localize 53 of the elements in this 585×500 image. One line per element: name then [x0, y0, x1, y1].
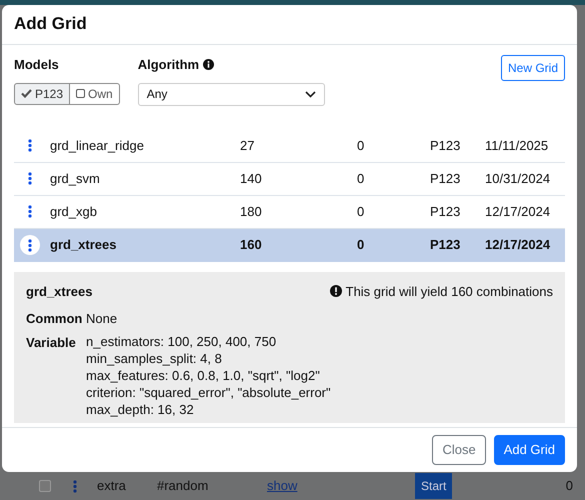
grid-row[interactable]: grd_xtrees 160 0 P123 12/17/2024 — [14, 228, 565, 262]
algorithm-label: Algorithm — [138, 56, 200, 74]
owner-cell-text: P123 — [430, 136, 462, 155]
exclamation-icon — [330, 285, 342, 298]
count-cell-text: 0 — [566, 477, 573, 496]
chevron-down-icon — [304, 90, 316, 98]
parameter-line: criterion: "squared_error", "absolute_error" — [86, 384, 331, 400]
owner-cell-text: P123 — [430, 202, 462, 221]
owner-cell-text: P123 — [430, 236, 462, 254]
row-checkbox[interactable] — [39, 480, 51, 492]
parameter-line: max_features: 0.6, 0.8, 1.0, "sqrt", "log2" — [86, 366, 321, 384]
owner-cell-text: P123 — [430, 170, 462, 188]
tag-text: #random — [157, 477, 210, 496]
combinations-cell-text: 27 — [240, 136, 256, 155]
start-button[interactable]: Start — [415, 473, 452, 499]
grid-row[interactable]: grd_svm 140 0 P123 10/31/2024 — [14, 162, 565, 196]
date-cell-text: 12/17/2024 — [485, 202, 550, 221]
info-icon[interactable] — [203, 59, 214, 70]
table-cell-text: 0 — [357, 202, 366, 221]
grid-name-cell-text: grd_linear_ridge — [50, 136, 145, 155]
table-cell-text: 0 — [357, 236, 366, 254]
model-filter-button[interactable]: P123 — [14, 82, 70, 104]
model-filter-button[interactable]: Own — [70, 82, 120, 104]
add-grid-button[interactable]: Add Grid — [494, 435, 565, 465]
checkbox-icon — [76, 89, 86, 98]
parameter-line: min_samples_split: 4, 8 — [86, 350, 223, 366]
close-button[interactable]: Close — [432, 435, 486, 465]
models-label: Models — [14, 56, 60, 74]
date-cell-text: 12/17/2024 — [485, 236, 550, 254]
date-cell-text: 11/11/2025 — [485, 136, 548, 155]
grid-name-cell-text: grd_xtrees — [50, 236, 118, 254]
new-grid-button[interactable]: New Grid — [500, 55, 565, 81]
algorithm-select[interactable]: Any — [138, 82, 325, 106]
table-cell-text: 0 — [357, 136, 366, 155]
parameter-line: max_depth: 16, 32 — [86, 400, 195, 418]
date-cell-text: 10/31/2024 — [485, 170, 550, 188]
variable-label: Variable — [26, 334, 77, 352]
row-name: extra — [97, 477, 127, 496]
combinations-cell-text: 180 — [240, 202, 263, 221]
combinations-cell-text: 160 — [240, 236, 263, 254]
check-icon — [21, 89, 32, 98]
common-value: None — [86, 310, 118, 328]
parameter-line: n_estimators: 100, 250, 400, 750 — [86, 332, 278, 350]
grid-name-cell-text: grd_xgb — [50, 202, 98, 221]
table-cell-text: 0 — [357, 170, 366, 188]
grid-name-cell-text: grd_svm — [50, 170, 101, 188]
dialog-title: Add Grid — [14, 14, 87, 35]
grid-name: grd_xtrees — [26, 282, 92, 301]
combinations-notice: This grid will yield 160 combinations — [346, 282, 553, 301]
more-options-icon[interactable] — [20, 235, 40, 255]
combinations-cell-text: 140 — [240, 170, 263, 188]
common-label: Common — [26, 310, 84, 328]
grid-row[interactable]: grd_linear_ridge 27 0 P123 11/11/2025 — [14, 130, 565, 162]
